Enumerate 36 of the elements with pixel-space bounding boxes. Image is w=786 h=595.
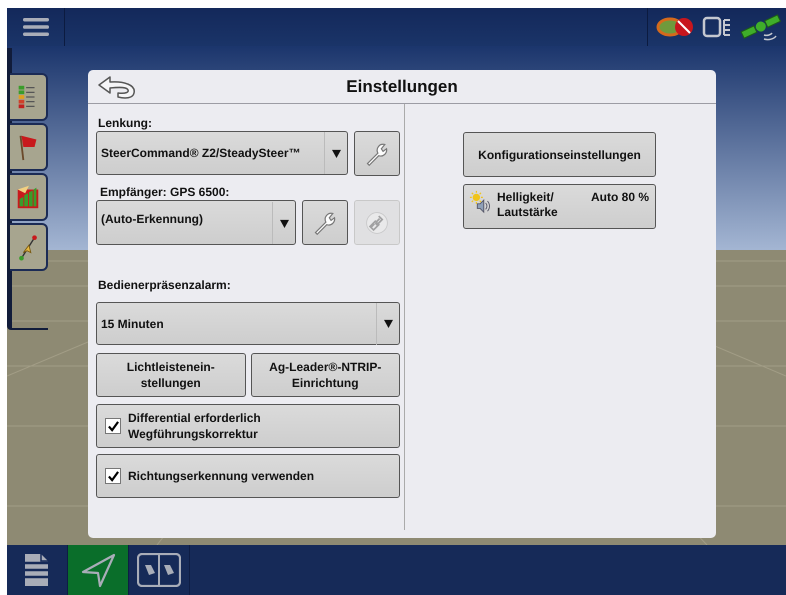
dialog-title: Einstellungen <box>346 76 458 96</box>
receiver-label: Empfänger: GPS 6500: <box>100 185 230 199</box>
guidance-blocked-icon <box>656 15 696 39</box>
settings-button[interactable]: Lichtleistenein- stellungen <box>96 353 246 397</box>
side-tab[interactable] <box>10 223 48 271</box>
wrench-button[interactable] <box>302 200 348 245</box>
steering-label: Lenkung: <box>98 116 152 130</box>
navigation-arrow-icon <box>80 552 116 588</box>
check-icon <box>108 470 118 482</box>
satellite-icon <box>740 13 782 41</box>
wrench-icon <box>364 140 390 166</box>
checkbox[interactable] <box>105 418 121 434</box>
caret-icon <box>280 218 288 228</box>
caret-icon <box>384 319 392 328</box>
steering-dropdown[interactable]: SteerCommand® Z2/SteadySteer™ <box>96 131 348 175</box>
receiver-dropdown[interactable]: (Auto-Erkennung) <box>96 200 296 245</box>
side-tab[interactable] <box>10 73 48 121</box>
checkbox[interactable] <box>105 468 121 484</box>
side-tab[interactable] <box>10 123 48 171</box>
configuration-button[interactable]: Konfigurationseinstellungen <box>463 132 656 177</box>
settings-button[interactable]: Ag-Leader®-NTRIP- Einrichtung <box>250 353 400 397</box>
checkbox-button[interactable]: Richtungserkennung verwenden <box>96 454 400 498</box>
menu-icon <box>22 17 48 37</box>
wrench-icon <box>312 210 338 236</box>
checkbox-button[interactable]: Differential erforderlich Wegführungskorrektur <box>96 404 400 448</box>
sun-speaker-icon <box>469 190 493 214</box>
chain-link-icon <box>364 210 390 236</box>
bottom-tab[interactable] <box>68 545 129 595</box>
split-screen-icon <box>137 553 181 587</box>
caret-icon <box>332 148 340 158</box>
wrench-button[interactable] <box>354 131 400 176</box>
check-icon <box>108 420 118 432</box>
alarm-label: Bedienerpräsenzalarm: <box>98 278 231 292</box>
alarm-dropdown[interactable]: 15 Minuten <box>96 302 400 345</box>
brightness-volume-button[interactable]: Helligkeit/ Lautstärke Auto 80 % <box>463 184 656 229</box>
side-tab[interactable] <box>10 173 48 221</box>
